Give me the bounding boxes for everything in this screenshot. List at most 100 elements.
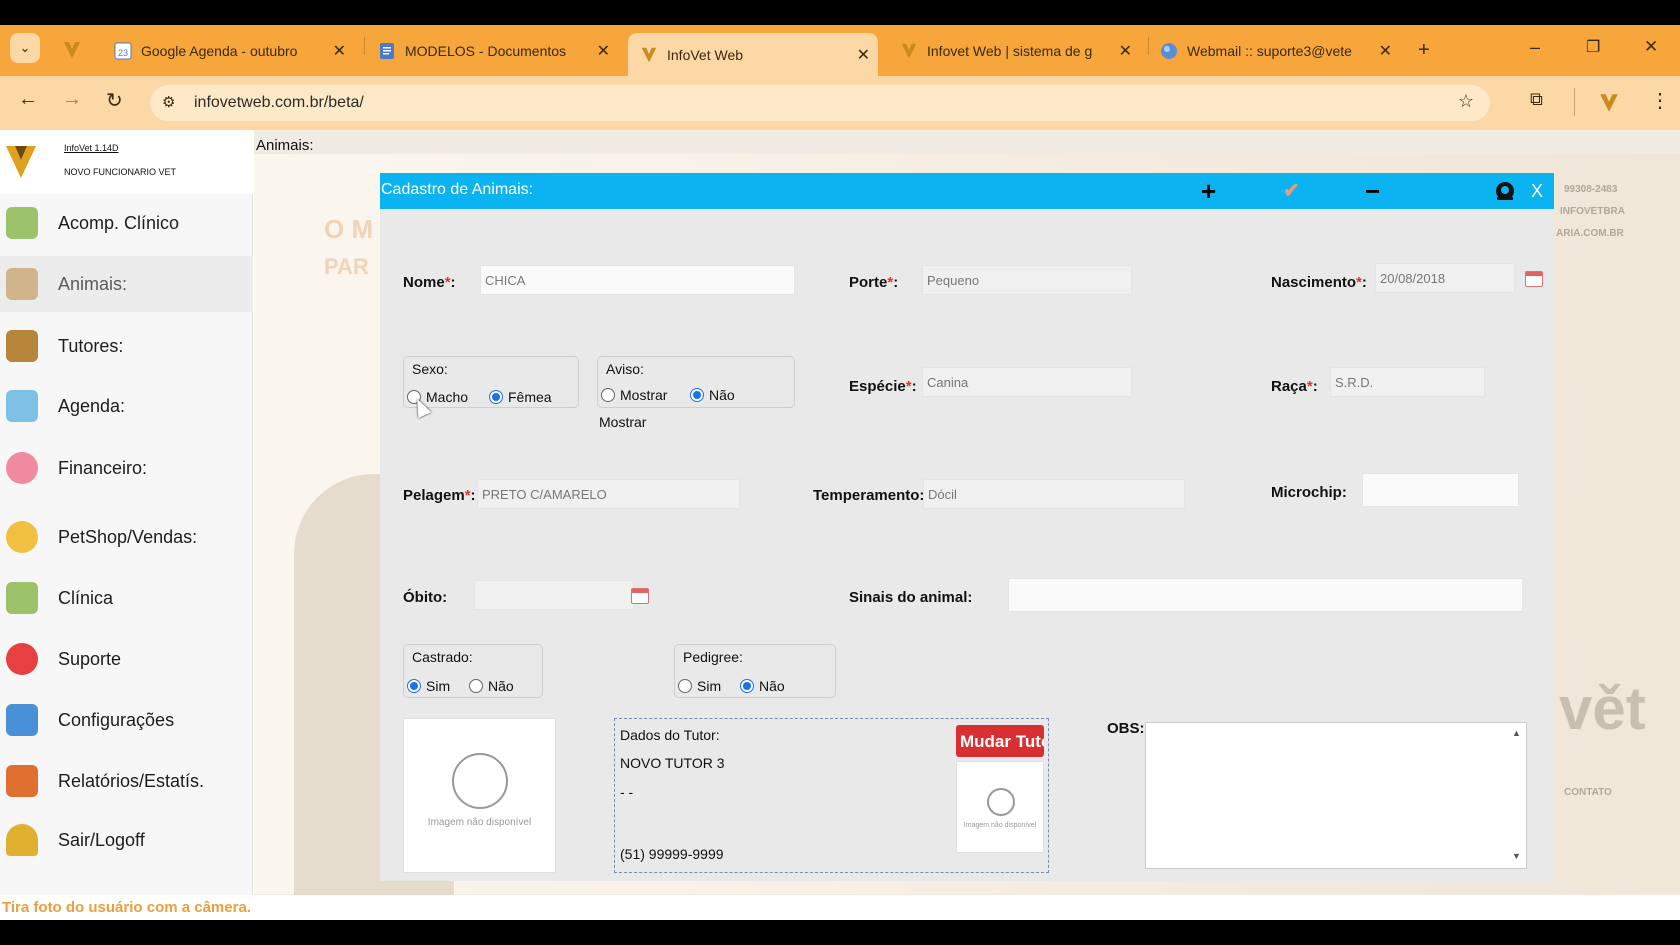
- status-bar: Tira foto do usuário com a câmera.: [0, 895, 1680, 920]
- tab-modelos[interactable]: MODELOS - Documentos ✕: [378, 35, 618, 66]
- add-icon[interactable]: +: [1201, 178, 1216, 204]
- tab-infovet-sistema[interactable]: Infovet Web | sistema de g ✕: [900, 35, 1140, 66]
- pedigree-nao-radio[interactable]: Não: [740, 678, 785, 694]
- reload-icon[interactable]: ↻: [106, 88, 123, 113]
- obito-input[interactable]: [474, 580, 634, 610]
- close-tab-icon[interactable]: ✕: [597, 41, 610, 61]
- sidebar-item-petshop-vendas[interactable]: PetShop/Vendas:: [0, 509, 253, 565]
- sidebar-item-label: Financeiro:: [58, 457, 148, 478]
- close-tab-icon[interactable]: ✕: [333, 41, 346, 61]
- calendar-icon[interactable]: [1525, 271, 1543, 287]
- tab-title: Infovet Web | sistema de g: [927, 42, 1093, 59]
- pedigree-sim-radio[interactable]: Sim: [678, 678, 721, 694]
- infovet-extension-icon[interactable]: [1598, 92, 1620, 119]
- app-version-link[interactable]: InfoVet 1.14D: [64, 143, 119, 153]
- aviso-title: Aviso:: [606, 361, 644, 377]
- tab-title: MODELOS - Documentos: [405, 42, 567, 59]
- svg-text:23: 23: [118, 48, 128, 58]
- user-name: NOVO FUNCIONARIO VET: [64, 167, 177, 177]
- obito-label: Óbito:: [403, 589, 448, 606]
- forward-arrow-icon[interactable]: →: [62, 88, 82, 111]
- restore-button[interactable]: ❐: [1586, 37, 1600, 57]
- nascimento-input[interactable]: 20/08/2018: [1375, 263, 1515, 293]
- new-tab-button[interactable]: +: [1418, 39, 1430, 62]
- calendar-icon[interactable]: [631, 588, 649, 604]
- sidebar-item-acomp-clinico[interactable]: Acomp. Clínico: [0, 195, 253, 251]
- bottom-black-bar: [0, 920, 1680, 945]
- temperamento-select[interactable]: Dócil: [923, 479, 1185, 509]
- site-settings-icon[interactable]: ⚙: [162, 93, 175, 111]
- nome-input[interactable]: CHICA: [480, 265, 795, 295]
- especie-select[interactable]: Canina: [922, 367, 1132, 397]
- screen: ⌄ 23 Google Agenda - outubro ✕ MODELOS -…: [0, 0, 1680, 945]
- vet-logo-watermark: vět: [1559, 675, 1646, 742]
- extensions-icon[interactable]: ⧉: [1530, 89, 1543, 110]
- microchip-label: Microchip:: [1271, 484, 1347, 501]
- no-image-text: Imagem não disponível: [963, 822, 1037, 829]
- sidebar-item-financeiro[interactable]: Financeiro:: [0, 440, 253, 496]
- sidebar-item-label: Animais:: [58, 273, 128, 294]
- microchip-input[interactable]: [1362, 473, 1519, 507]
- castrado-nao-radio[interactable]: Não: [469, 678, 514, 694]
- porte-select[interactable]: Pequeno: [922, 265, 1132, 295]
- camera-icon[interactable]: [1494, 180, 1516, 207]
- sidebar-item-clinica[interactable]: Clínica: [0, 570, 253, 626]
- sexo-femea-radio[interactable]: Fêmea: [489, 389, 552, 405]
- sidebar-item-sair-logoff[interactable]: Sair/Logoff: [0, 812, 253, 868]
- tutor-photo: Imagem não disponível: [956, 761, 1044, 853]
- obs-label: OBS:: [1107, 720, 1145, 737]
- close-tab-icon[interactable]: ✕: [857, 45, 870, 65]
- temperamento-label: Temperamento:: [813, 487, 925, 504]
- scroll-down-icon[interactable]: ▼: [1512, 851, 1548, 861]
- save-check-icon[interactable]: ✔: [1283, 178, 1300, 204]
- dog-icon: [6, 268, 38, 300]
- infovet-pinned-icon[interactable]: [62, 40, 82, 60]
- obs-textarea[interactable]: [1145, 722, 1527, 869]
- sidebar-item-agenda[interactable]: Agenda:: [0, 378, 253, 434]
- banner-text: PAR: [324, 254, 369, 279]
- especie-label: Espécie*:: [849, 378, 917, 395]
- close-dialog-button[interactable]: X: [1520, 175, 1554, 207]
- dialog-title: Cadastro de Animais:: [381, 181, 534, 198]
- padlock-icon: [6, 824, 38, 856]
- menu-kebab-icon[interactable]: ⋮: [1650, 88, 1670, 113]
- tutor-address: - -: [620, 784, 634, 800]
- aviso-mostrar-radio[interactable]: Mostrar: [601, 387, 667, 403]
- pelagem-input[interactable]: PRETO C/AMARELO: [477, 479, 740, 509]
- sidebar-item-tutores[interactable]: Tutores:: [0, 318, 253, 374]
- tutor-info-box: Dados do Tutor: NOVO TUTOR 3 - - (51) 99…: [614, 718, 1049, 873]
- close-window-button[interactable]: ✕: [1644, 37, 1658, 57]
- tab-webmail[interactable]: Webmail :: suporte3@vete ✕: [1160, 35, 1400, 66]
- sidebar-item-animais[interactable]: Animais:: [0, 256, 253, 312]
- back-arrow-icon[interactable]: ←: [18, 88, 38, 111]
- bookmark-star-icon[interactable]: ☆: [1458, 91, 1474, 112]
- tab-search-button[interactable]: ⌄: [10, 33, 40, 63]
- nascimento-label: Nascimento*:: [1271, 274, 1367, 291]
- minimize-button[interactable]: –: [1530, 37, 1540, 58]
- url-text[interactable]: infovetweb.com.br/beta/: [194, 94, 364, 112]
- raca-select[interactable]: S.R.D.: [1330, 367, 1485, 397]
- tutor-name: NOVO TUTOR 3: [620, 755, 725, 771]
- sinais-input[interactable]: [1008, 578, 1523, 612]
- animal-photo[interactable]: Imagem não disponível: [403, 718, 556, 873]
- scroll-up-icon[interactable]: ▲: [1512, 728, 1548, 738]
- castrado-group: Castrado: Sim Não: [403, 644, 543, 698]
- sidebar-item-relatorios[interactable]: Relatórios/Estatís.: [0, 753, 253, 809]
- remove-icon[interactable]: −: [1365, 178, 1380, 204]
- sidebar-item-label: PetShop/Vendas:: [58, 526, 198, 547]
- close-tab-icon[interactable]: ✕: [1379, 41, 1392, 61]
- sidebar-item-suporte[interactable]: Suporte: [0, 631, 253, 687]
- infovet-icon: [900, 42, 918, 60]
- sidebar-item-configuracoes[interactable]: Configurações: [0, 692, 253, 748]
- close-tab-icon[interactable]: ✕: [1119, 41, 1132, 61]
- tab-google-agenda[interactable]: 23 Google Agenda - outubro ✕: [114, 35, 354, 66]
- castrado-sim-radio[interactable]: Sim: [407, 678, 450, 694]
- address-bar: ← → ↻ ⚙ infovetweb.com.br/beta/ ☆ ⧉ ⋮: [0, 76, 1680, 130]
- change-tutor-button[interactable]: Mudar Tutor: [956, 725, 1044, 757]
- contact-phone: 99308-2483: [1564, 184, 1618, 195]
- tab-infovet-web[interactable]: InfoVet Web ✕: [628, 33, 878, 76]
- aviso-nao-radio[interactable]: Não: [690, 387, 735, 403]
- url-box[interactable]: ⚙ infovetweb.com.br/beta/ ☆: [150, 85, 1490, 121]
- dialog-header: Cadastro de Animais: + ✔ − X: [380, 173, 1554, 209]
- pedigree-group: Pedigree: Sim Não: [674, 644, 836, 698]
